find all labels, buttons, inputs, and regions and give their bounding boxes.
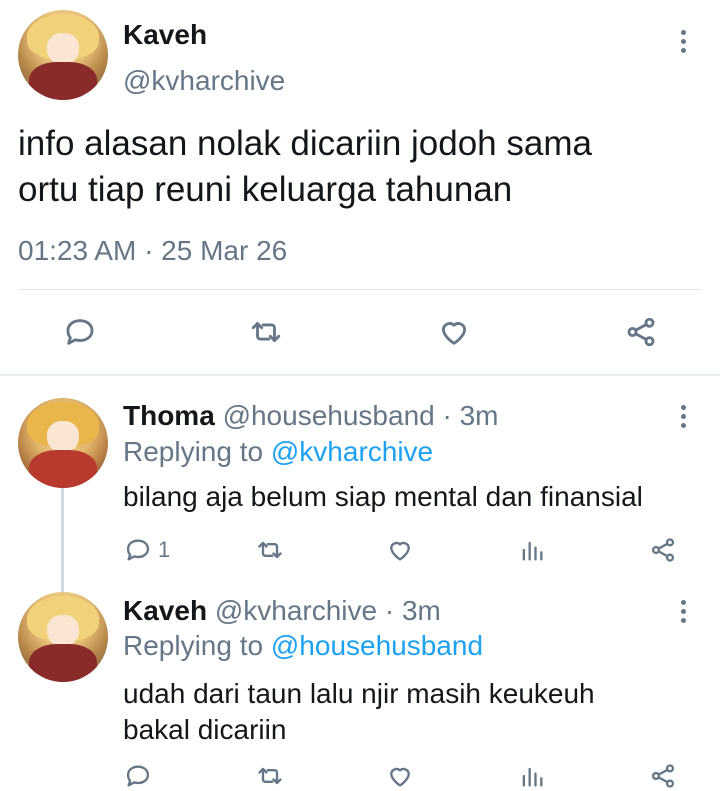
share-icon[interactable] (647, 534, 679, 566)
reply-text-line: bakal dicariin (123, 714, 287, 745)
reply-text: udah dari taun lalu njir masih keukeuh b… (123, 676, 595, 748)
avatar[interactable] (18, 398, 108, 488)
replying-to-label: Replying to (123, 436, 264, 467)
author-name[interactable]: Kaveh (123, 595, 207, 626)
reply-icon[interactable] (122, 534, 154, 566)
analytics-icon[interactable] (516, 534, 548, 566)
author-handle[interactable]: @kvharchive (215, 595, 377, 626)
replying-to: Replying to @kvharchive (123, 436, 433, 468)
tweet-text-line: info alasan nolak dicariin jodoh sama (18, 124, 592, 163)
avatar[interactable] (18, 592, 108, 682)
tweet-text-line: ortu tiap reuni keluarga tahunan (18, 170, 513, 209)
divider (18, 289, 702, 290)
reply-count: 1 (158, 537, 171, 562)
tweet-text: info alasan nolak dicariin jodoh sama or… (18, 121, 592, 213)
reply-time: · 3m (442, 400, 499, 431)
heart-icon[interactable] (384, 534, 416, 566)
tweet-timestamp[interactable]: 01:23 AM · 25 Mar 26 (18, 235, 287, 267)
divider (0, 374, 720, 376)
reply-header: Kaveh @kvharchive · 3m (123, 595, 441, 627)
reply-header: Thoma @househusband · 3m (123, 400, 499, 432)
reply-time: · 3m (384, 595, 441, 626)
replying-to-label: Replying to (123, 630, 264, 661)
more-vertical-icon[interactable] (679, 600, 687, 623)
reply-icon[interactable] (60, 312, 100, 352)
more-vertical-icon[interactable] (679, 30, 687, 53)
author-name[interactable]: Kaveh (123, 19, 207, 51)
heart-icon[interactable] (434, 312, 474, 352)
more-vertical-icon[interactable] (679, 405, 687, 428)
author-name[interactable]: Thoma (123, 400, 215, 431)
retweet-icon[interactable] (246, 312, 286, 352)
reply-text: bilang aja belum siap mental dan finansi… (123, 481, 643, 512)
author-handle[interactable]: @househusband (223, 400, 435, 431)
share-icon[interactable] (647, 760, 679, 791)
retweet-icon[interactable] (254, 760, 286, 791)
analytics-icon[interactable] (516, 760, 548, 791)
share-icon[interactable] (621, 312, 661, 352)
replying-to-handle[interactable]: @househusband (271, 630, 483, 661)
avatar[interactable] (18, 10, 108, 100)
heart-icon[interactable] (384, 760, 416, 791)
author-handle[interactable]: @kvharchive (123, 65, 285, 97)
reply-text-line: udah dari taun lalu njir masih keukeuh (123, 678, 595, 709)
retweet-icon[interactable] (254, 534, 286, 566)
reply-icon[interactable] (122, 760, 154, 791)
replying-to-handle[interactable]: @kvharchive (271, 436, 433, 467)
replying-to: Replying to @househusband (123, 630, 483, 662)
